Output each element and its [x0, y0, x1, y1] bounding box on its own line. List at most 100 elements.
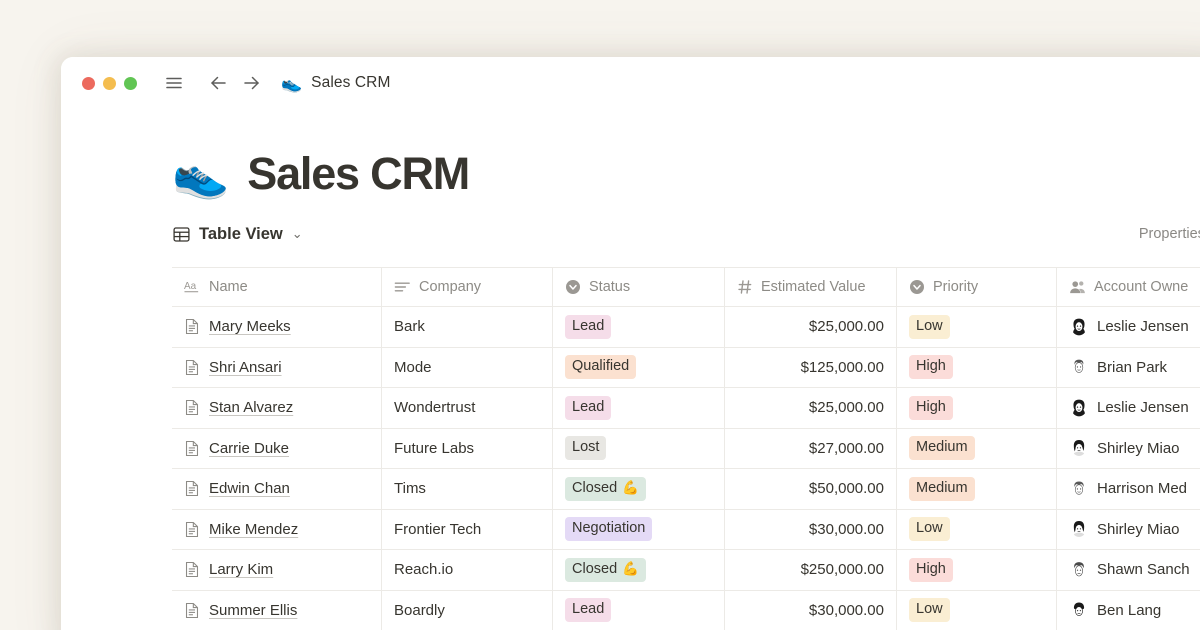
priority-badge[interactable]: High — [909, 396, 953, 420]
page-title[interactable]: Sales CRM — [247, 148, 469, 200]
cell-priority[interactable]: Low — [897, 510, 1057, 550]
cell-name[interactable]: Carrie Duke — [172, 429, 382, 469]
cell-estimated-value[interactable]: $50,000.00 — [725, 469, 897, 509]
cell-company[interactable]: Bark — [382, 307, 553, 347]
row-name-link[interactable]: Shri Ansari — [209, 359, 282, 376]
cell-name[interactable]: Larry Kim — [172, 550, 382, 590]
page-header: 👟 Sales CRM — [61, 109, 1200, 187]
cell-company[interactable]: Frontier Tech — [382, 510, 553, 550]
tab-table-view[interactable]: Table View ⌄ — [172, 225, 303, 244]
status-badge[interactable]: Negotiation — [565, 517, 652, 541]
cell-status[interactable]: Lost — [553, 429, 725, 469]
cell-account-owner[interactable]: Leslie Jensen — [1057, 388, 1200, 428]
cell-estimated-value[interactable]: $27,000.00 — [725, 429, 897, 469]
column-header-estimated-value[interactable]: Estimated Value — [725, 268, 897, 306]
cell-estimated-value[interactable]: $125,000.00 — [725, 348, 897, 388]
table-row[interactable]: Summer Ellis Boardly Lead $30,000.00 Low… — [172, 591, 1200, 630]
cell-account-owner[interactable]: Shawn Sanch — [1057, 550, 1200, 590]
status-badge[interactable]: Closed💪 — [565, 477, 646, 501]
row-name-link[interactable]: Carrie Duke — [209, 440, 289, 457]
cell-priority[interactable]: Low — [897, 591, 1057, 630]
hamburger-icon[interactable] — [159, 68, 189, 98]
priority-badge[interactable]: Low — [909, 517, 950, 541]
cell-status[interactable]: Lead — [553, 591, 725, 630]
row-name-link[interactable]: Edwin Chan — [209, 480, 290, 497]
priority-badge[interactable]: Low — [909, 598, 950, 622]
column-header-company[interactable]: Company — [382, 268, 553, 306]
cell-account-owner[interactable]: Ben Lang — [1057, 591, 1200, 630]
cell-status[interactable]: Negotiation — [553, 510, 725, 550]
cell-priority[interactable]: High — [897, 550, 1057, 590]
status-badge[interactable]: Lead — [565, 396, 611, 420]
row-name-link[interactable]: Summer Ellis — [209, 602, 297, 619]
row-name-link[interactable]: Mike Mendez — [209, 521, 298, 538]
cell-status[interactable]: Qualified — [553, 348, 725, 388]
cell-priority[interactable]: High — [897, 388, 1057, 428]
priority-badge[interactable]: High — [909, 355, 953, 379]
avatar — [1069, 600, 1089, 620]
status-badge[interactable]: Qualified — [565, 355, 636, 379]
cell-company[interactable]: Wondertrust — [382, 388, 553, 428]
status-badge[interactable]: Closed💪 — [565, 558, 646, 582]
maximize-window-button[interactable] — [124, 77, 137, 90]
arrow-left-icon[interactable] — [203, 68, 233, 98]
status-badge[interactable]: Lead — [565, 315, 611, 339]
priority-badge[interactable]: Low — [909, 315, 950, 339]
cell-name[interactable]: Mike Mendez — [172, 510, 382, 550]
column-header-account-owner[interactable]: Account Owne — [1057, 268, 1200, 306]
cell-priority[interactable]: High — [897, 348, 1057, 388]
row-name-link[interactable]: Larry Kim — [209, 561, 273, 578]
cell-company[interactable]: Reach.io — [382, 550, 553, 590]
cell-priority[interactable]: Medium — [897, 469, 1057, 509]
column-header-name[interactable]: Aa Name — [172, 268, 382, 306]
cell-priority[interactable]: Low — [897, 307, 1057, 347]
cell-name[interactable]: Shri Ansari — [172, 348, 382, 388]
cell-status[interactable]: Lead — [553, 388, 725, 428]
cell-name[interactable]: Edwin Chan — [172, 469, 382, 509]
page-icon-emoji[interactable]: 👟 — [172, 151, 229, 197]
cell-status[interactable]: Closed💪 — [553, 550, 725, 590]
chevron-down-icon[interactable]: ⌄ — [292, 226, 303, 242]
cell-estimated-value[interactable]: $25,000.00 — [725, 388, 897, 428]
priority-badge[interactable]: Medium — [909, 436, 975, 460]
table-row[interactable]: Carrie Duke Future Labs Lost $27,000.00 … — [172, 429, 1200, 470]
cell-status[interactable]: Lead — [553, 307, 725, 347]
status-badge[interactable]: Lead — [565, 598, 611, 622]
cell-estimated-value[interactable]: $30,000.00 — [725, 510, 897, 550]
priority-badge[interactable]: Medium — [909, 477, 975, 501]
cell-account-owner[interactable]: Leslie Jensen — [1057, 307, 1200, 347]
cell-account-owner[interactable]: Shirley Miao — [1057, 429, 1200, 469]
minimize-window-button[interactable] — [103, 77, 116, 90]
cell-name[interactable]: Mary Meeks — [172, 307, 382, 347]
table-row[interactable]: Shri Ansari Mode Qualified $125,000.00 H… — [172, 348, 1200, 389]
cell-account-owner[interactable]: Harrison Med — [1057, 469, 1200, 509]
table-row[interactable]: Mike Mendez Frontier Tech Negotiation $3… — [172, 510, 1200, 551]
cell-estimated-value[interactable]: $30,000.00 — [725, 591, 897, 630]
cell-account-owner[interactable]: Shirley Miao — [1057, 510, 1200, 550]
row-name-link[interactable]: Stan Alvarez — [209, 399, 293, 416]
cell-name[interactable]: Summer Ellis — [172, 591, 382, 630]
column-header-priority[interactable]: Priority — [897, 268, 1057, 306]
properties-button[interactable]: Properties — [1139, 226, 1200, 242]
row-name-link[interactable]: Mary Meeks — [209, 318, 291, 335]
table-row[interactable]: Mary Meeks Bark Lead $25,000.00 Low Lesl… — [172, 307, 1200, 348]
cell-company[interactable]: Boardly — [382, 591, 553, 630]
arrow-right-icon[interactable] — [237, 68, 267, 98]
column-header-status[interactable]: Status — [553, 268, 725, 306]
priority-badge[interactable]: High — [909, 558, 953, 582]
cell-company[interactable]: Tims — [382, 469, 553, 509]
table-row[interactable]: Stan Alvarez Wondertrust Lead $25,000.00… — [172, 388, 1200, 429]
cell-company[interactable]: Future Labs — [382, 429, 553, 469]
table-row[interactable]: Larry Kim Reach.io Closed💪 $250,000.00 H… — [172, 550, 1200, 591]
cell-company[interactable]: Mode — [382, 348, 553, 388]
cell-priority[interactable]: Medium — [897, 429, 1057, 469]
table-row[interactable]: Edwin Chan Tims Closed💪 $50,000.00 Mediu… — [172, 469, 1200, 510]
cell-status[interactable]: Closed💪 — [553, 469, 725, 509]
cell-name[interactable]: Stan Alvarez — [172, 388, 382, 428]
close-window-button[interactable] — [82, 77, 95, 90]
cell-estimated-value[interactable]: $25,000.00 — [725, 307, 897, 347]
cell-estimated-value[interactable]: $250,000.00 — [725, 550, 897, 590]
status-badge[interactable]: Lost — [565, 436, 606, 460]
cell-account-owner[interactable]: Brian Park — [1057, 348, 1200, 388]
titlebar-page-title[interactable]: Sales CRM — [311, 74, 390, 92]
